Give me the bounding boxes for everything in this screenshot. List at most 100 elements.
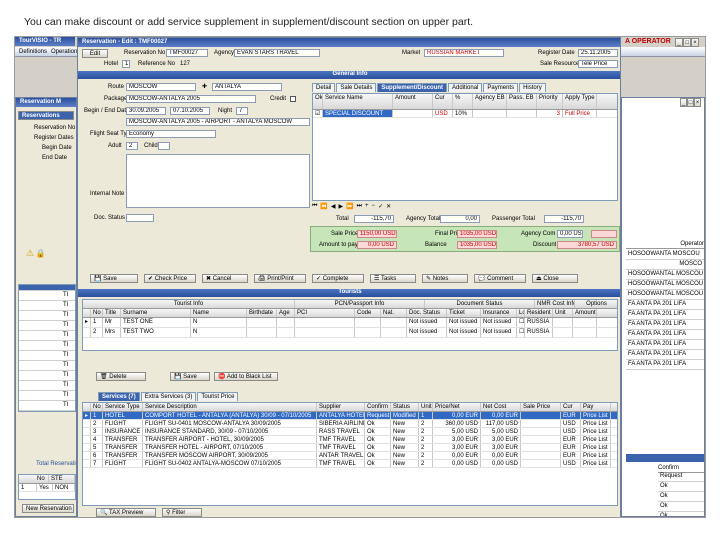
list-item[interactable]: HOSOOWANTA MOSCOU bbox=[626, 250, 704, 260]
tab-history[interactable]: History bbox=[519, 83, 546, 92]
list-item[interactable]: TI bbox=[19, 301, 75, 311]
register-date-field[interactable]: 25.11.2005 bbox=[578, 49, 618, 57]
list-item[interactable]: Ok bbox=[658, 512, 704, 516]
list-item[interactable]: FA ANTA PA 201 LIFA bbox=[626, 300, 704, 310]
tax-preview-button[interactable]: 🔍 TAX Preview bbox=[96, 508, 156, 517]
list-item[interactable]: MOSCO bbox=[626, 260, 704, 270]
list-item[interactable]: FA ANTA PA 201 LIFA bbox=[626, 310, 704, 320]
begin-date-field[interactable]: 30.09.2005 bbox=[126, 107, 166, 115]
tab-payments[interactable]: Payments bbox=[483, 83, 519, 92]
edit-button[interactable]: Edit bbox=[82, 49, 108, 58]
cancel-record-icon[interactable]: ✕ bbox=[386, 203, 391, 212]
package-field[interactable]: MOSCOW-ANTALYA 2005 bbox=[126, 95, 256, 103]
hotel-field[interactable]: 1 bbox=[122, 60, 130, 68]
table-row[interactable]: ▸ 1 HOTEL COMPORT HOTEL - ANTALYA (ANTAL… bbox=[83, 412, 617, 420]
list-item[interactable]: TI bbox=[19, 311, 75, 321]
flight-seat-field[interactable]: Economy bbox=[126, 130, 216, 138]
doc-status-field[interactable] bbox=[126, 214, 154, 222]
list-item[interactable]: Ok bbox=[658, 482, 704, 492]
prev-record-icon[interactable]: ◀ bbox=[331, 203, 336, 212]
table-row[interactable]: 2 Mrs TEST TWO N Not issued Not issued N… bbox=[83, 328, 617, 338]
list-item[interactable]: TI bbox=[19, 391, 75, 401]
delete-tourist-button[interactable]: 🗑 Delete bbox=[96, 372, 146, 381]
menu-operations[interactable]: Operations bbox=[51, 48, 80, 56]
notes-button[interactable]: ✎ Notes bbox=[422, 274, 468, 283]
list-item[interactable]: TI bbox=[19, 351, 75, 361]
tab-detail[interactable]: Detail bbox=[312, 83, 336, 92]
menu-definitions[interactable]: Definitions bbox=[19, 48, 47, 56]
check-price-button[interactable]: ✔ Check Price bbox=[144, 274, 196, 283]
route-field[interactable]: MOSCOW bbox=[126, 83, 196, 91]
list-item[interactable]: Request bbox=[658, 472, 704, 482]
table-row[interactable]: 7 FLIGHT FLIGHT SU-0402 ANTALYA-MOSCOW 0… bbox=[83, 460, 617, 468]
next-record-icon[interactable]: ▶ bbox=[339, 203, 344, 212]
table-row[interactable]: 2 FLIGHT FLIGHT SU-0401 MOSCOW-ANTALYA 3… bbox=[83, 420, 617, 428]
print-button[interactable]: 🖨 Print/Print bbox=[254, 274, 306, 283]
add-to-black-list-button[interactable]: ⛔ Add to Black List bbox=[214, 372, 278, 381]
list-item[interactable]: TI bbox=[19, 381, 75, 391]
end-date-field[interactable]: 07.10.2005 bbox=[170, 107, 210, 115]
list-item[interactable]: HOSOOWANTAL MOSCOU bbox=[626, 280, 704, 290]
tab-supplement-discount[interactable]: Supplement/Discount bbox=[377, 83, 448, 92]
table-row[interactable]: 6 TRANSFER TRANSFER MOSCOW AIRPORT, 30/0… bbox=[83, 452, 617, 460]
tab-extra-services[interactable]: Extra Services (3) bbox=[140, 392, 197, 401]
warning-icon[interactable]: ⚠ bbox=[26, 248, 34, 258]
list-item[interactable]: HOSOOWANTAL MOSCOU bbox=[626, 270, 704, 280]
save-button[interactable]: 💾 Save bbox=[90, 274, 138, 283]
maximize-icon[interactable]: □ bbox=[683, 38, 691, 47]
delete-record-icon[interactable]: − bbox=[372, 203, 376, 212]
child-field[interactable] bbox=[158, 142, 170, 150]
filter-button[interactable]: ⚲ Filter bbox=[162, 508, 202, 517]
list-item[interactable]: TI bbox=[19, 371, 75, 381]
operator-panel-controls[interactable]: _ □ × bbox=[680, 98, 704, 107]
new-reservation-button[interactable]: New Reservation bbox=[22, 504, 74, 513]
list-item[interactable]: FA ANTA PA 201 LIFA bbox=[626, 340, 704, 350]
cancel-button[interactable]: ✖ Cancel bbox=[202, 274, 248, 283]
sales-resource-field[interactable]: Tele Price bbox=[578, 60, 618, 68]
market-field[interactable]: RUSSIAN MARKET bbox=[424, 49, 504, 57]
list-item[interactable]: TI bbox=[19, 291, 75, 301]
antalya-field[interactable]: ANTALYA bbox=[212, 83, 282, 91]
close-icon[interactable]: × bbox=[691, 38, 699, 47]
hotel-route-field[interactable]: MOSCOW-ANTALYA 2005 - AIRPORT - ANTALYA … bbox=[126, 118, 310, 126]
nights-field[interactable]: 7 bbox=[236, 107, 248, 115]
list-item[interactable]: FA ANTA PA 201 LIFA bbox=[626, 320, 704, 330]
minimize-icon[interactable]: _ bbox=[675, 38, 683, 47]
tab-sale-details[interactable]: Sale Details bbox=[336, 83, 377, 92]
save-tourist-button[interactable]: 💾 Save bbox=[170, 372, 210, 381]
credit-checkbox[interactable] bbox=[290, 96, 296, 102]
agency-field[interactable]: EVAN STARS TRAVEL bbox=[234, 49, 320, 57]
confirm-record-icon[interactable]: ✓ bbox=[378, 203, 383, 212]
list-item[interactable]: FA ANTA PA 201 LIFA bbox=[626, 360, 704, 370]
list-item[interactable]: TI bbox=[19, 321, 75, 331]
table-row[interactable]: ▸ 1 Mr TEST ONE N Not issued Not issued … bbox=[83, 318, 617, 328]
close-icon[interactable]: × bbox=[694, 98, 701, 107]
list-item[interactable]: Ok bbox=[658, 502, 704, 512]
list-item[interactable]: TI bbox=[19, 401, 75, 411]
lock-icon[interactable]: 🔒 bbox=[36, 249, 46, 258]
list-item[interactable]: HOSOOWANTAL MOSCOU bbox=[626, 290, 704, 300]
background-window-controls[interactable]: _ □ × bbox=[675, 38, 703, 47]
add-record-icon[interactable]: + bbox=[365, 203, 369, 212]
table-row[interactable]: ☑ SPECIAL DISCOUNT USD 10% 3 Full Price bbox=[313, 110, 617, 118]
list-item[interactable]: Ok bbox=[658, 492, 704, 502]
reservation-no-field[interactable]: TMF00027 bbox=[166, 49, 208, 57]
tab-tourist-price[interactable]: Tourist Price bbox=[197, 392, 239, 401]
table-row[interactable]: 1 Yes NON bbox=[19, 484, 75, 492]
close-button[interactable]: ⏏ Close bbox=[532, 274, 578, 283]
adult-field[interactable]: 2 bbox=[126, 142, 138, 150]
table-row[interactable]: 3 INSURANCE INSURANCE STANDARD, 30/09 - … bbox=[83, 428, 617, 436]
complete-button[interactable]: ✓ Complete bbox=[312, 274, 364, 283]
list-item[interactable]: TI bbox=[19, 331, 75, 341]
minimize-icon[interactable]: _ bbox=[680, 98, 687, 107]
row-checkbox[interactable]: ☐ bbox=[517, 318, 525, 327]
prev-page-icon[interactable]: ⏪ bbox=[320, 203, 327, 212]
list-item[interactable]: TI bbox=[19, 341, 75, 351]
first-record-icon[interactable]: ⏮ bbox=[312, 203, 317, 212]
table-row[interactable]: 5 TRANSFER TRANSFER HOTEL - AIRPORT, 07/… bbox=[83, 444, 617, 452]
list-item[interactable]: TI bbox=[19, 361, 75, 371]
reservations-button[interactable]: Reservations bbox=[18, 111, 74, 120]
tasks-button[interactable]: ☰ Tasks bbox=[370, 274, 416, 283]
maximize-icon[interactable]: □ bbox=[687, 98, 694, 107]
comment-button[interactable]: 💬 Comment bbox=[474, 274, 526, 283]
